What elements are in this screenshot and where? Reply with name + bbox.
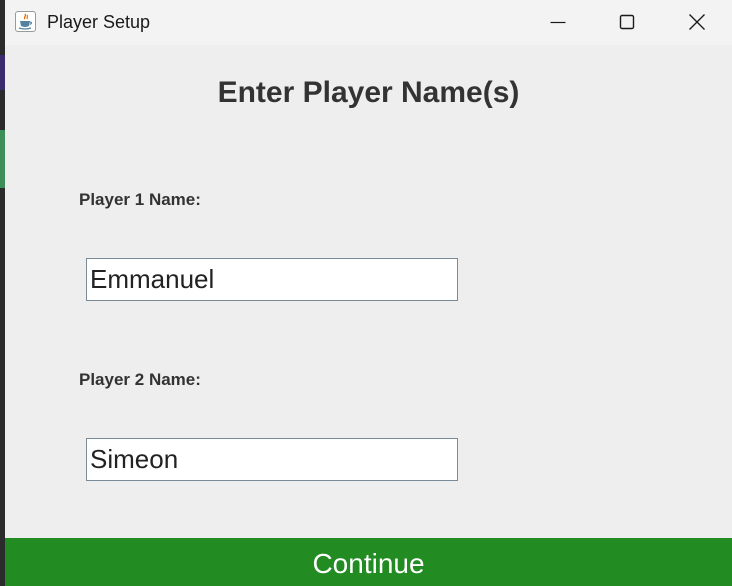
- player-setup-window: Player Setup Enter Player Name(s) Player…: [5, 0, 732, 586]
- close-icon: [689, 14, 705, 30]
- close-button[interactable]: [674, 0, 720, 45]
- player2-name-label: Player 2 Name:: [79, 370, 201, 389]
- player2-name-input[interactable]: [86, 438, 458, 481]
- title-bar[interactable]: Player Setup: [5, 0, 732, 45]
- player1-name-label: Player 1 Name:: [79, 190, 201, 209]
- continue-button[interactable]: Continue: [5, 538, 732, 586]
- minimize-icon: [550, 21, 566, 24]
- java-cup-icon: [15, 11, 36, 32]
- player1-name-input[interactable]: [86, 258, 458, 301]
- maximize-icon: [619, 14, 635, 30]
- minimize-button[interactable]: [535, 0, 581, 45]
- form-heading: Enter Player Name(s): [217, 76, 520, 109]
- maximize-button[interactable]: [604, 0, 650, 45]
- window-title: Player Setup: [47, 12, 151, 32]
